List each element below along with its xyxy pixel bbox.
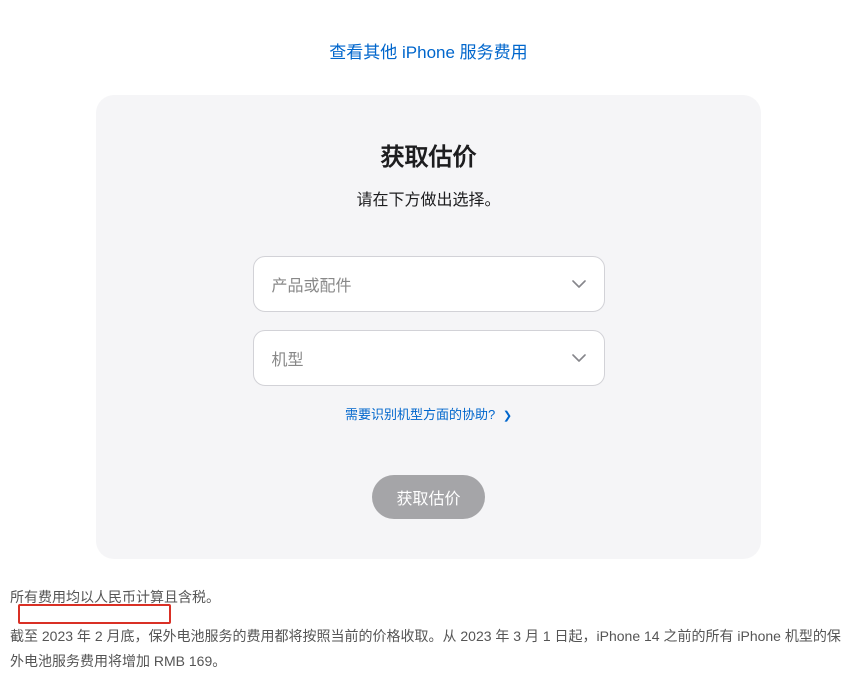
- product-select[interactable]: 产品或配件: [253, 256, 605, 312]
- other-iphone-service-link[interactable]: 查看其他 iPhone 服务费用: [329, 43, 527, 62]
- chevron-down-icon: [572, 349, 586, 367]
- footer-text: 所有费用均以人民币计算且含税。 截至 2023 年 2 月底，保外电池服务的费用…: [0, 559, 857, 675]
- model-select[interactable]: 机型: [253, 330, 605, 386]
- card-title: 获取估价: [156, 137, 701, 172]
- model-select-placeholder: 机型: [272, 346, 304, 370]
- identify-model-help-link[interactable]: 需要识别机型方面的协助? ❯: [345, 407, 512, 422]
- product-select-placeholder: 产品或配件: [272, 272, 352, 296]
- footer-line-1: 所有费用均以人民币计算且含税。: [10, 585, 847, 610]
- estimate-card: 获取估价 请在下方做出选择。 产品或配件 机型: [96, 95, 761, 559]
- footer-line-2: 截至 2023 年 2 月底，保外电池服务的费用都将按照当前的价格收取。从 20…: [10, 624, 847, 674]
- help-link-label: 需要识别机型方面的协助?: [345, 407, 495, 422]
- chevron-right-icon: ❯: [503, 410, 512, 422]
- get-estimate-button[interactable]: 获取估价: [372, 475, 484, 519]
- card-subtitle: 请在下方做出选择。: [156, 186, 701, 210]
- chevron-down-icon: [572, 275, 586, 293]
